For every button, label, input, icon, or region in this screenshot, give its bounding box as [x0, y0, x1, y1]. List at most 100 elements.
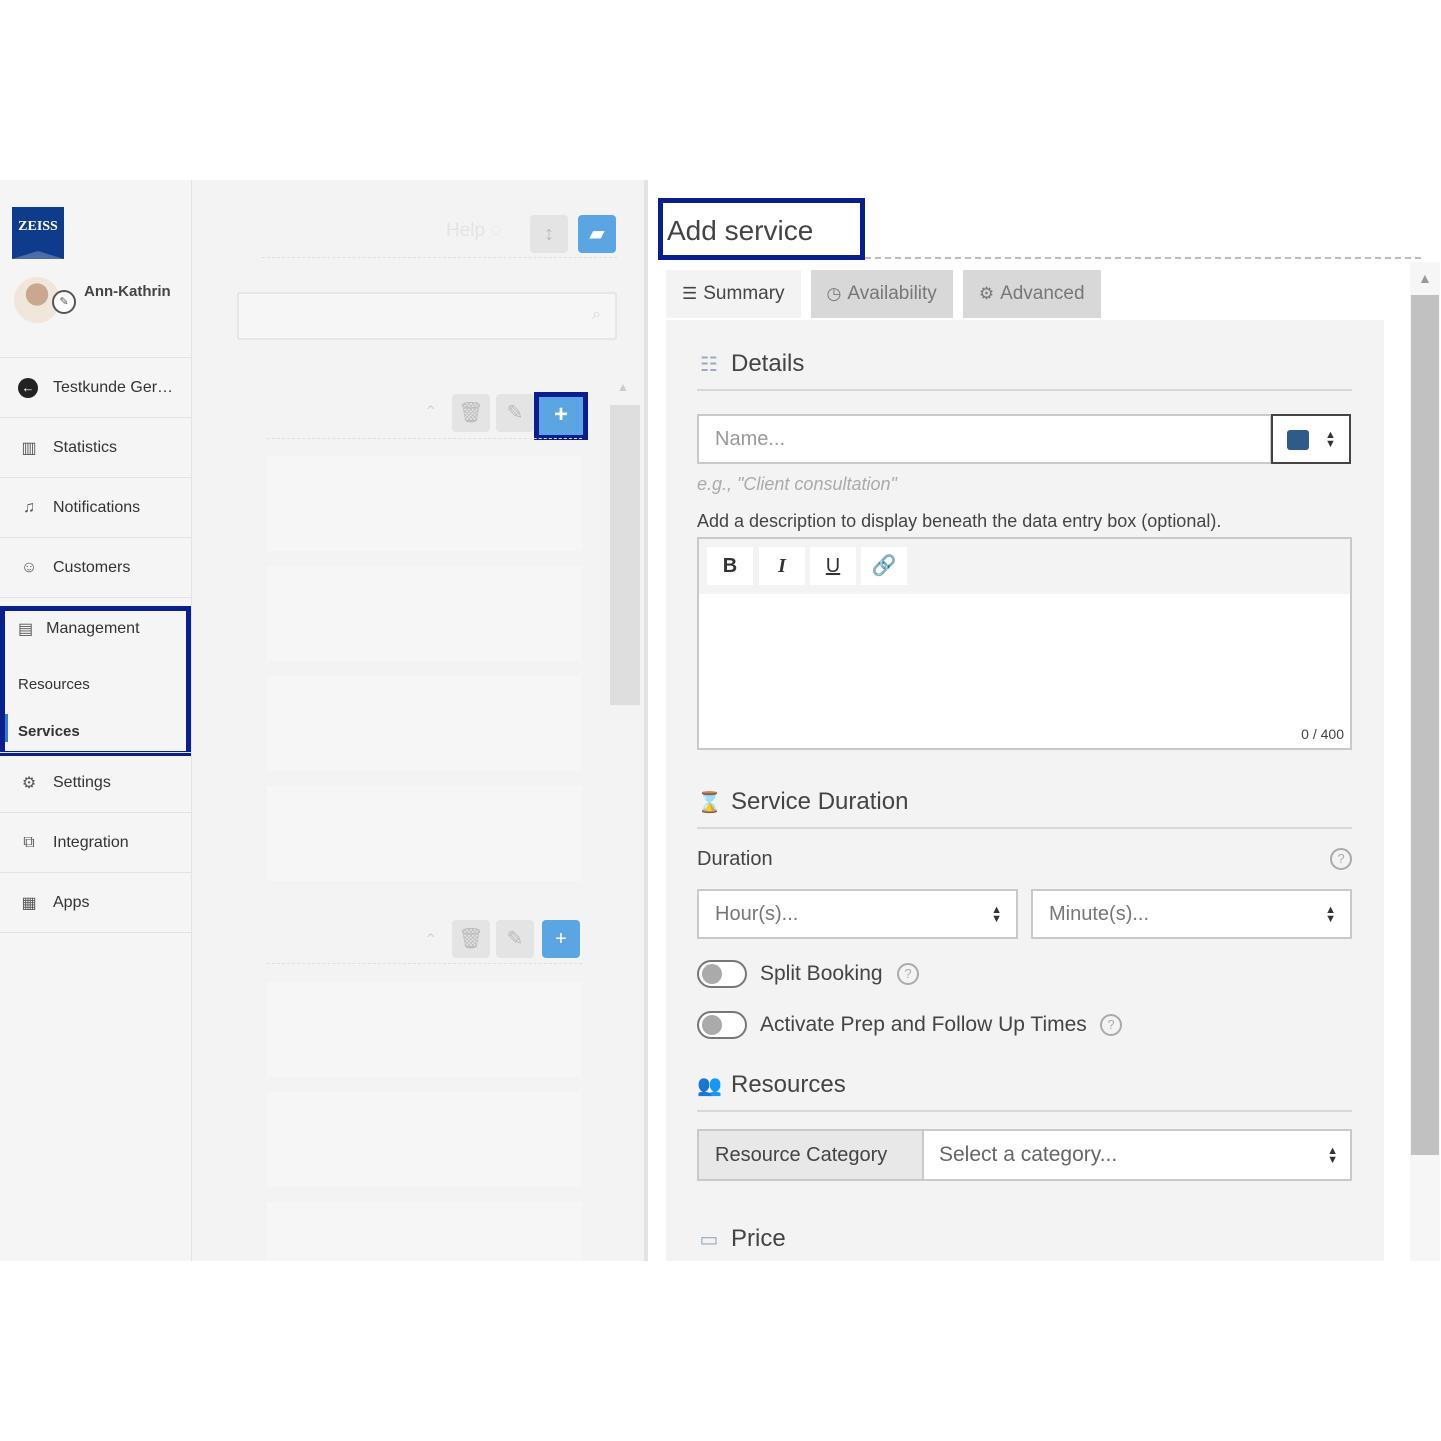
list-item[interactable]	[267, 676, 582, 771]
add-service-button[interactable]: +	[534, 392, 588, 440]
help-icon[interactable]: ?	[1330, 848, 1352, 870]
service-duration-heading-label: Service Duration	[731, 788, 909, 815]
search-input[interactable]: ⌕	[237, 292, 617, 340]
delete-button[interactable]: 🗑	[452, 394, 490, 432]
nav-apps-label: Apps	[53, 893, 90, 911]
nav-customers[interactable]: ☺ Customers	[0, 538, 191, 598]
nav-settings[interactable]: ⚙ Settings	[0, 753, 191, 813]
list-item[interactable]	[267, 566, 582, 661]
resource-category-label: Resource Category	[699, 1131, 924, 1179]
nav-settings-label: Settings	[53, 773, 111, 791]
duration-label: Duration	[697, 848, 773, 870]
name-hint: e.g., "Client consultation"	[697, 474, 897, 494]
price-heading: ▭ Price	[697, 1225, 786, 1253]
italic-button[interactable]: I	[759, 547, 805, 585]
editor-toolbar: B I U 🔗	[699, 539, 1350, 594]
active-indicator	[5, 714, 8, 742]
list-item[interactable]	[267, 786, 582, 881]
prep-follow-up-toggle[interactable]	[697, 1011, 747, 1039]
user-icon: ☺	[20, 558, 38, 576]
service-duration-heading: ⌛ Service Duration	[697, 788, 908, 816]
tab-availability[interactable]: ◷ Availability	[810, 270, 953, 318]
tab-advanced[interactable]: ⚙ Advanced	[962, 270, 1101, 318]
collapse-icon[interactable]: ⌃	[424, 402, 437, 422]
edit-button[interactable]: ✎	[496, 920, 534, 958]
char-counter: 0 / 400	[1301, 726, 1344, 742]
minutes-select[interactable]: Minute(s)... ▲ ▼	[1031, 889, 1352, 939]
split-booking-toggle[interactable]	[697, 960, 747, 988]
back-arrow-icon: ←	[18, 377, 38, 398]
nav-management[interactable]: ▤ Management	[18, 619, 140, 639]
collapse-icon[interactable]: ⌃	[424, 930, 437, 950]
category-select[interactable]: Select a category...	[939, 1131, 1117, 1179]
nav-resources[interactable]: Resources	[18, 676, 90, 693]
scroll-up-icon[interactable]: ▲	[617, 380, 629, 394]
title-divider	[865, 257, 1421, 259]
sort-arrows-icon: ▲ ▼	[1325, 904, 1336, 925]
list-scrollbar[interactable]	[610, 405, 640, 705]
search-icon: ⌕	[592, 306, 601, 323]
panel-scrollbar-thumb[interactable]	[1411, 295, 1439, 1155]
tabs: ☰ Summary ◷ Availability ⚙ Advanced	[666, 270, 1111, 320]
add-button[interactable]: +	[542, 920, 580, 958]
nav-notifications[interactable]: ♫ Notifications	[0, 478, 191, 538]
color-select[interactable]: ▲ ▼	[1271, 414, 1351, 464]
prep-follow-up-label: Activate Prep and Follow Up Times	[760, 1013, 1087, 1036]
divider	[262, 257, 617, 258]
help-icon[interactable]: ?	[1100, 1014, 1122, 1036]
sort-button[interactable]: ↕	[530, 215, 568, 253]
hours-select-value: Hour(s)...	[715, 903, 799, 925]
divider	[697, 1110, 1352, 1112]
list-item[interactable]	[267, 982, 582, 1077]
cash-register-icon: ▤	[18, 621, 34, 638]
delete-button[interactable]: 🗑	[452, 920, 490, 958]
color-swatch	[1287, 430, 1309, 450]
scroll-up-icon[interactable]: ▲	[1418, 270, 1432, 286]
help-link[interactable]: Help ◌	[446, 220, 502, 242]
description-label: Add a description to display beneath the…	[697, 511, 1222, 531]
user-name: Ann-Kathrin	[84, 283, 171, 300]
list-item[interactable]	[267, 1092, 582, 1187]
list-icon: ☰	[682, 284, 698, 303]
details-heading: ☷ Details	[697, 350, 804, 378]
link-button[interactable]: 🔗	[861, 547, 907, 585]
resources-heading-label: Resources	[731, 1071, 846, 1098]
nav-integration[interactable]: ⧉ Integration	[0, 813, 191, 873]
hours-select[interactable]: Hour(s)... ▲ ▼	[697, 889, 1018, 939]
bell-icon: ♫	[23, 498, 35, 516]
nav-customers-label: Customers	[53, 558, 131, 576]
sort-arrows-icon: ▲ ▼	[1325, 429, 1336, 450]
description-editor[interactable]: B I U 🔗 0 / 400	[697, 537, 1352, 750]
list-item[interactable]	[267, 456, 582, 551]
list-item[interactable]	[267, 1202, 582, 1261]
nav-services[interactable]: Services	[18, 723, 80, 740]
grid-icon: ▦	[21, 894, 37, 912]
edit-button[interactable]: ✎	[496, 394, 534, 432]
add-service-panel: Add service ☰ Summary ◷ Availability ⚙ A…	[648, 180, 1441, 1261]
tab-advanced-label: Advanced	[1000, 283, 1085, 304]
service-name-input[interactable]	[697, 414, 1272, 464]
split-booking-label: Split Booking	[760, 962, 883, 985]
nav-statistics[interactable]: ▥ Statistics	[0, 418, 191, 478]
page-title-box: Add service	[658, 198, 865, 260]
nav-top: ← Testkunde Ger… ▥ Statistics ♫ Notifica…	[0, 357, 191, 598]
help-icon[interactable]: ?	[897, 963, 919, 985]
page-title: Add service	[667, 215, 814, 246]
edit-profile-icon[interactable]: ✎	[52, 290, 76, 314]
folder-button[interactable]: ▰	[578, 215, 616, 253]
sliders-icon: ☷	[700, 353, 718, 376]
underline-button[interactable]: U	[810, 547, 856, 585]
divider	[267, 438, 582, 439]
bold-button[interactable]: B	[707, 547, 753, 585]
link-icon: 🔗	[871, 555, 897, 577]
nav-integration-label: Integration	[53, 833, 129, 851]
nav-account[interactable]: ← Testkunde Ger…	[0, 358, 191, 418]
details-heading-label: Details	[731, 350, 805, 377]
tab-availability-label: Availability	[847, 283, 937, 304]
price-heading-label: Price	[731, 1225, 786, 1252]
nav-apps[interactable]: ▦ Apps	[0, 873, 191, 933]
nav-statistics-label: Statistics	[53, 438, 118, 456]
users-icon: 👥	[697, 1074, 722, 1097]
sidebar: ZEISS ✎ Ann-Kathrin ← Testkunde Ger… ▥ S…	[0, 180, 192, 1261]
tab-summary[interactable]: ☰ Summary	[666, 270, 801, 318]
